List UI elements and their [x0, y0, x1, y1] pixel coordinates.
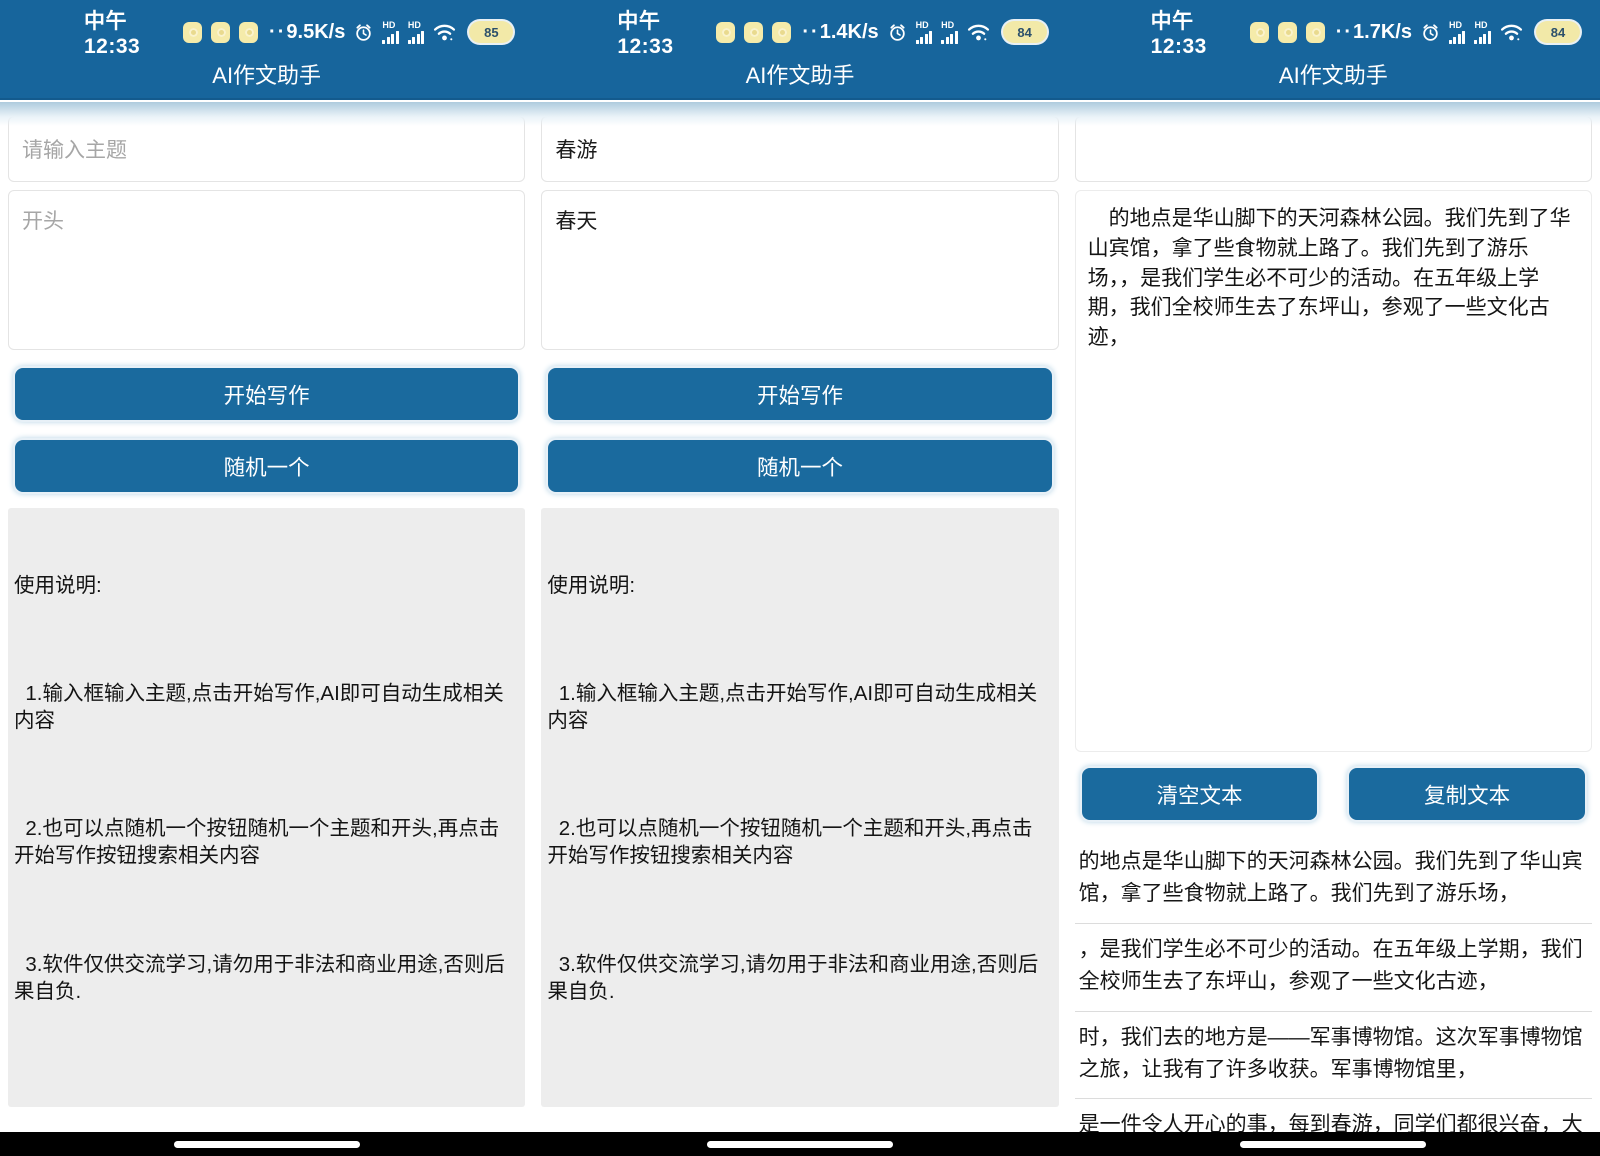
status-left: 中午12:33 ··	[1151, 5, 1353, 59]
notification-icon	[183, 22, 202, 43]
more-notifications-icon: ··	[802, 21, 819, 44]
screen-filled-form: 中午12:33 ·· 1.4K/s HD HD 84	[533, 0, 1066, 1156]
notification-icon	[716, 22, 735, 43]
android-nav-bar	[1067, 1132, 1600, 1156]
topic-input[interactable]: 请输入主题	[8, 116, 525, 182]
clock-text: 中午12:33	[1151, 5, 1241, 59]
status-right: 1.7K/s HD HD 84	[1353, 21, 1580, 44]
signal-hd-icon: HD	[382, 21, 399, 44]
instruction-item: 1.输入框输入主题,点击开始写作,AI即可自动生成相关内容	[547, 680, 1052, 734]
notification-icon	[1250, 22, 1269, 43]
instruction-item: 3.软件仅供交流学习,请勿用于非法和商业用途,否则后果自负.	[547, 951, 1052, 1005]
signal-hd-icon: HD	[408, 21, 425, 44]
alarm-icon	[354, 23, 373, 42]
start-writing-button[interactable]: 开始写作	[13, 366, 520, 422]
home-indicator[interactable]	[174, 1141, 360, 1148]
list-item[interactable]: ，是我们学生必不可少的活动。在五年级上学期，我们全校师生去了东坪山，参观了一些文…	[1075, 924, 1592, 1012]
screen-generated-result: 中午12:33 ·· 1.7K/s HD HD 84	[1067, 0, 1600, 1156]
alarm-icon	[888, 23, 907, 42]
status-left: 中午12:33 ··	[84, 5, 286, 59]
status-left: 中午12:33 ··	[617, 5, 819, 59]
list-item[interactable]: 的地点是华山脚下的天河森林公园。我们先到了华山宾馆，拿了些食物就上路了。我们先到…	[1075, 836, 1592, 924]
notification-icon	[772, 22, 791, 43]
clock-text: 中午12:33	[84, 5, 174, 59]
result-buttons: 清空文本 复制文本	[1080, 766, 1587, 822]
usage-instructions: 使用说明: 1.输入框输入主题,点击开始写作,AI即可自动生成相关内容 2.也可…	[541, 508, 1058, 1107]
home-indicator[interactable]	[707, 1141, 893, 1148]
topic-input[interactable]	[1075, 116, 1592, 182]
instructions-heading: 使用说明:	[14, 572, 519, 599]
alarm-icon	[1421, 23, 1440, 42]
wifi-icon	[967, 24, 990, 41]
instructions-heading: 使用说明:	[547, 572, 1052, 599]
opening-placeholder: 开头	[22, 205, 64, 235]
home-indicator[interactable]	[1240, 1141, 1426, 1148]
network-speed: 1.7K/s	[1353, 21, 1412, 44]
battery-icon: 84	[1536, 21, 1580, 43]
result-area: 的地点是华山脚下的天河森林公园。我们先到了华山宾馆，拿了些食物就上路了。我们先到…	[1067, 100, 1600, 1156]
instruction-item: 1.输入框输入主题,点击开始写作,AI即可自动生成相关内容	[14, 680, 519, 734]
opening-input[interactable]: 春天	[541, 190, 1058, 350]
status-right: 9.5K/s HD HD 85	[286, 21, 513, 44]
status-bar: 中午12:33 ·· 1.4K/s HD HD 84	[533, 0, 1066, 58]
more-notifications-icon: ··	[269, 21, 286, 44]
battery-percent: 84	[1551, 25, 1565, 40]
start-writing-button[interactable]: 开始写作	[546, 366, 1053, 422]
network-speed: 9.5K/s	[286, 21, 345, 44]
app-title-bar: AI作文助手	[1067, 58, 1600, 100]
android-nav-bar	[533, 1132, 1066, 1156]
opening-input[interactable]: 开头	[8, 190, 525, 350]
battery-icon: 84	[1003, 21, 1047, 43]
instruction-item: 2.也可以点随机一个按钮随机一个主题和开头,再点击开始写作按钮搜索相关内容	[14, 815, 519, 869]
random-one-button[interactable]: 随机一个	[546, 438, 1053, 494]
instruction-item: 2.也可以点随机一个按钮随机一个主题和开头,再点击开始写作按钮搜索相关内容	[547, 815, 1052, 869]
random-one-button[interactable]: 随机一个	[13, 438, 520, 494]
form-area: 春游 春天 开始写作 随机一个 使用说明: 1.输入框输入主题,点击开始写作,A…	[533, 100, 1066, 1107]
instruction-item: 3.软件仅供交流学习,请勿用于非法和商业用途,否则后果自负.	[14, 951, 519, 1005]
opening-value: 春天	[555, 205, 597, 235]
generated-text-area[interactable]: 的地点是华山脚下的天河森林公园。我们先到了华山宾馆，拿了些食物就上路了。我们先到…	[1075, 190, 1592, 752]
app-title-bar: AI作文助手	[533, 58, 1066, 100]
topic-placeholder: 请输入主题	[22, 134, 127, 164]
android-nav-bar	[0, 1132, 533, 1156]
app-title-bar: AI作文助手	[0, 58, 533, 100]
notification-icon	[1306, 22, 1325, 43]
status-bar: 中午12:33 ·· 9.5K/s HD HD 85	[0, 0, 533, 58]
signal-hd-icon: HD	[1449, 21, 1466, 44]
notification-icon	[744, 22, 763, 43]
status-bar: 中午12:33 ·· 1.7K/s HD HD 84	[1067, 0, 1600, 58]
signal-hd-icon: HD	[1474, 21, 1491, 44]
status-right: 1.4K/s HD HD 84	[820, 21, 1047, 44]
notification-icon	[211, 22, 230, 43]
signal-hd-icon: HD	[941, 21, 958, 44]
list-item[interactable]: 时，我们去的地方是——军事博物馆。这次军事博物馆之旅，让我有了许多收获。军事博物…	[1075, 1012, 1592, 1100]
more-notifications-icon: ··	[1336, 21, 1353, 44]
notification-icon	[239, 22, 258, 43]
clear-text-button[interactable]: 清空文本	[1080, 766, 1320, 822]
form-area: 请输入主题 开头 开始写作 随机一个 使用说明: 1.输入框输入主题,点击开始写…	[0, 100, 533, 1107]
network-speed: 1.4K/s	[820, 21, 879, 44]
copy-text-button[interactable]: 复制文本	[1347, 766, 1587, 822]
battery-percent: 85	[484, 25, 498, 40]
wifi-icon	[433, 24, 456, 41]
usage-instructions: 使用说明: 1.输入框输入主题,点击开始写作,AI即可自动生成相关内容 2.也可…	[8, 508, 525, 1107]
snippet-list: 的地点是华山脚下的天河森林公园。我们先到了华山宾馆，拿了些食物就上路了。我们先到…	[1075, 836, 1592, 1156]
topic-value: 春游	[555, 134, 597, 164]
triple-screenshot-strip: 中午12:33 ·· 9.5K/s HD HD 85	[0, 0, 1600, 1156]
signal-hd-icon: HD	[916, 21, 933, 44]
battery-icon: 85	[469, 21, 513, 43]
topic-input[interactable]: 春游	[541, 116, 1058, 182]
clock-text: 中午12:33	[617, 5, 707, 59]
notification-icon	[1278, 22, 1297, 43]
battery-percent: 84	[1017, 25, 1031, 40]
screen-empty-form: 中午12:33 ·· 9.5K/s HD HD 85	[0, 0, 533, 1156]
wifi-icon	[1500, 24, 1523, 41]
